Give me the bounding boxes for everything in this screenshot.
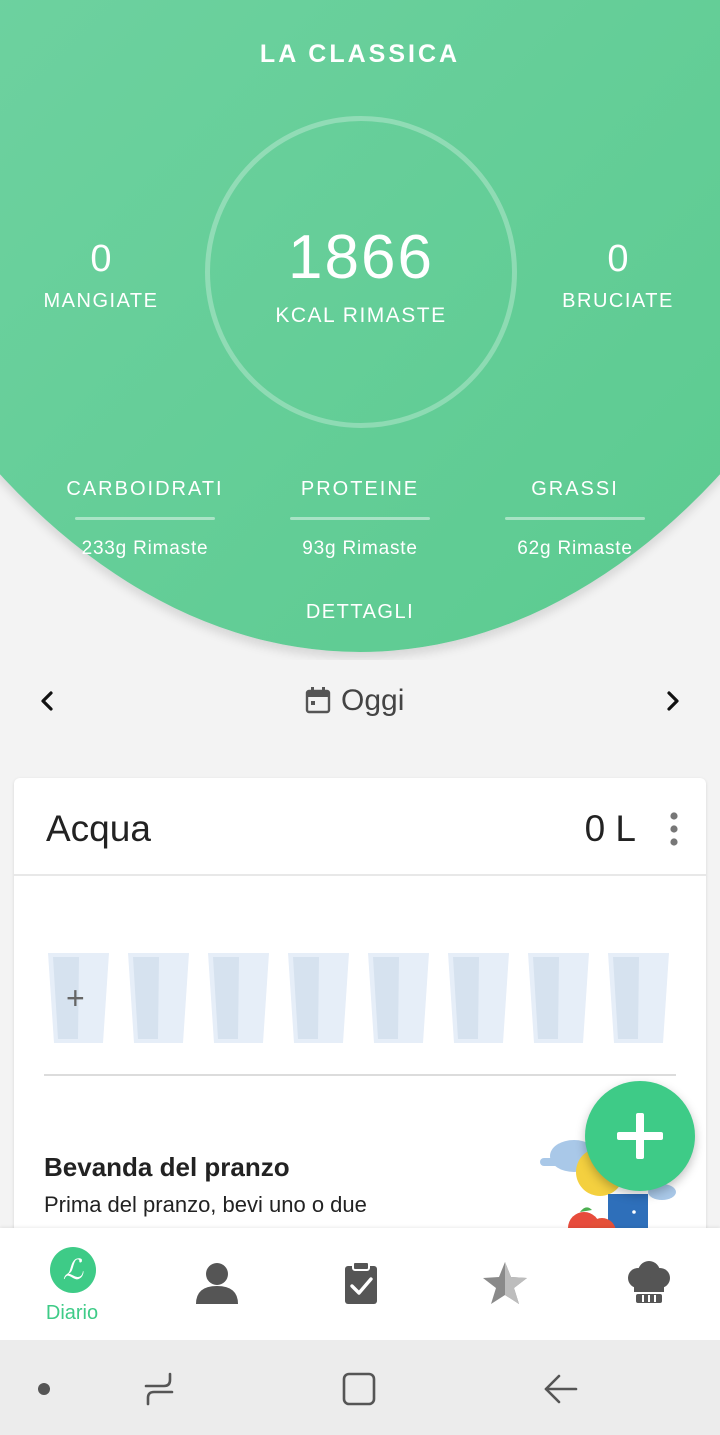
water-glass[interactable] xyxy=(288,953,349,1043)
water-glass[interactable] xyxy=(448,953,509,1043)
water-glass[interactable] xyxy=(128,953,189,1043)
eaten-value: 0 xyxy=(90,238,112,280)
tip-text: Prima del pranzo, bevi uno o due xyxy=(44,1192,367,1217)
kcal-remaining-label: KCAL RIMASTE xyxy=(275,304,447,327)
date-selector[interactable]: Oggi xyxy=(305,684,404,718)
date-label: Oggi xyxy=(341,684,405,717)
date-navigation: Oggi xyxy=(0,670,720,730)
glass-icon xyxy=(528,953,589,1043)
water-total: 0 L xyxy=(584,808,636,849)
dot-icon[interactable] xyxy=(38,1383,50,1395)
macro-remaining: 93g Rimaste xyxy=(302,538,418,559)
macro-remaining: 233g Rimaste xyxy=(81,538,209,559)
water-glass[interactable] xyxy=(208,953,269,1043)
calendar-icon xyxy=(305,687,331,714)
water-title: Acqua xyxy=(46,808,151,849)
nav-recipes[interactable] xyxy=(576,1228,720,1340)
plan-title[interactable]: LA CLASSICA xyxy=(0,40,720,69)
nav-diary[interactable]: ℒ Diario xyxy=(0,1228,144,1340)
glass-icon xyxy=(128,953,189,1043)
plus-icon-vertical xyxy=(636,1113,644,1159)
water-glass-add[interactable]: + xyxy=(48,953,109,1043)
back-icon[interactable] xyxy=(542,1370,580,1408)
chevron-left-icon[interactable] xyxy=(32,686,62,716)
more-options-icon[interactable] xyxy=(670,812,678,846)
macro-title: CARBOIDRATI xyxy=(66,478,224,500)
glass-icon xyxy=(448,953,509,1043)
macro-progress-bar xyxy=(505,517,645,520)
details-button[interactable]: DETTAGLI xyxy=(0,601,720,624)
add-glass-icon: + xyxy=(66,980,85,1016)
tip-title: Bevanda del pranzo xyxy=(44,1152,290,1182)
glass-icon xyxy=(288,953,349,1043)
burned-value: 0 xyxy=(607,238,629,280)
macro-protein: PROTEINE 93g Rimaste xyxy=(280,478,440,560)
summary-header: LA CLASSICA 1866 KCAL RIMASTE 0 MANGIATE… xyxy=(0,0,720,660)
water-glass[interactable] xyxy=(528,953,589,1043)
nav-premium[interactable] xyxy=(432,1228,576,1340)
water-glasses: + xyxy=(48,953,669,1043)
nav-label-diary: Diario xyxy=(45,1302,99,1324)
kcal-remaining-value: 1866 xyxy=(288,223,434,292)
water-glass[interactable] xyxy=(368,953,429,1043)
nav-plans[interactable] xyxy=(288,1228,432,1340)
nav-profile[interactable] xyxy=(144,1228,288,1340)
star-icon xyxy=(483,1262,527,1304)
diary-logo-icon: ℒ xyxy=(50,1247,96,1293)
macro-title: GRASSI xyxy=(531,478,619,500)
macro-carbs: CARBOIDRATI 233g Rimaste xyxy=(65,478,225,560)
clipboard-check-icon xyxy=(345,1261,377,1304)
glass-icon xyxy=(208,953,269,1043)
divider xyxy=(44,1074,676,1076)
home-icon[interactable] xyxy=(340,1370,378,1408)
chef-hat-icon xyxy=(628,1261,670,1303)
add-fab-button[interactable] xyxy=(585,1081,695,1191)
macro-progress-bar xyxy=(290,517,430,520)
divider xyxy=(14,874,706,876)
burned-label: BRUCIATE xyxy=(562,290,674,312)
macro-remaining: 62g Rimaste xyxy=(517,538,633,559)
system-navigation-bar xyxy=(0,1340,720,1435)
eaten-label: MANGIATE xyxy=(43,290,159,312)
chevron-right-icon[interactable] xyxy=(658,686,688,716)
macro-title: PROTEINE xyxy=(300,478,420,500)
macro-fat: GRASSI 62g Rimaste xyxy=(495,478,655,560)
recents-icon[interactable] xyxy=(140,1370,178,1408)
water-glass[interactable] xyxy=(608,953,669,1043)
macro-progress-bar xyxy=(75,517,215,520)
bottom-navigation: ℒ Diario xyxy=(0,1228,720,1340)
glass-icon xyxy=(368,953,429,1043)
person-icon xyxy=(196,1263,238,1304)
glass-icon xyxy=(608,953,669,1043)
